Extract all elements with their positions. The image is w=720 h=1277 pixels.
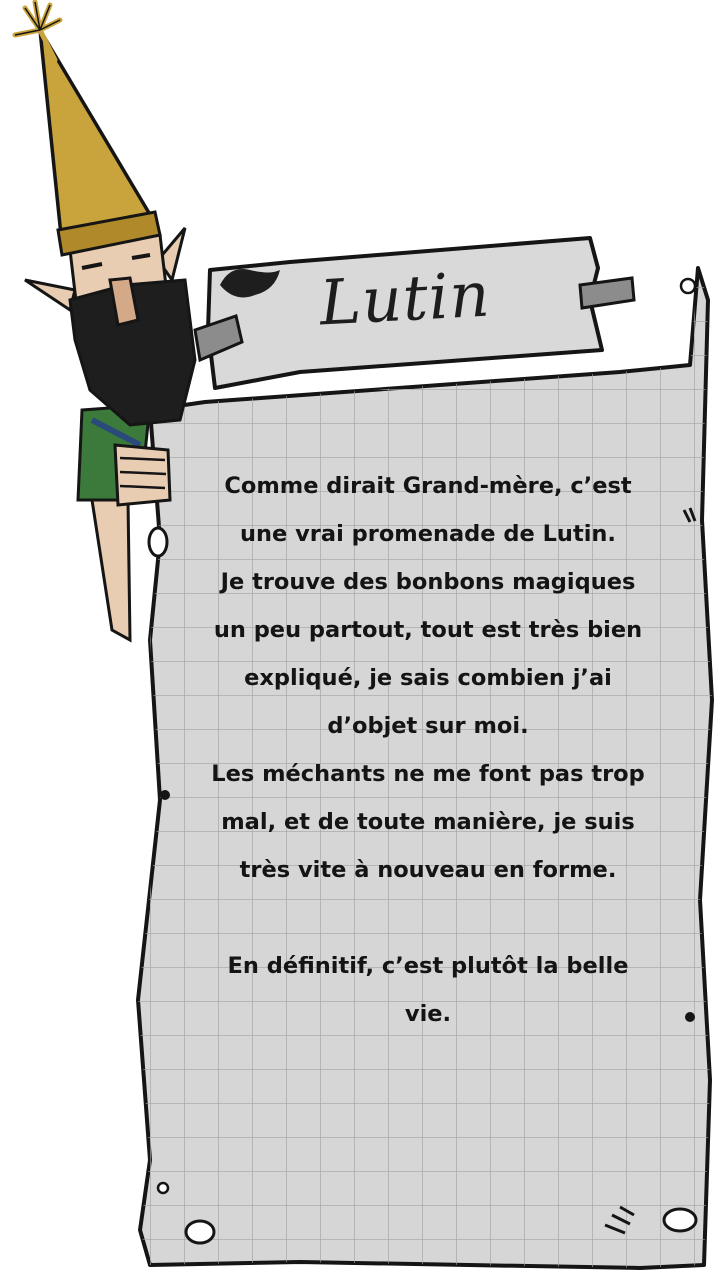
description-line: Les méchants ne me font pas trop	[211, 761, 645, 787]
description-line: une vrai promenade de Lutin.	[240, 521, 616, 547]
description-line: Je trouve des bonbons magiques	[220, 569, 636, 595]
card-description: Comme dirait Grand-mère, c’est une vrai …	[168, 462, 688, 1038]
closing-line: En définitif, c’est plutôt la belle	[227, 953, 629, 979]
card-title: Lutin	[317, 257, 493, 340]
description-line: d’objet sur moi.	[327, 713, 529, 739]
character-card: Lutin Comme dirait Grand-mère, c’est une…	[0, 0, 720, 1277]
description-line: Comme dirait Grand-mère, c’est	[224, 473, 632, 499]
description-line: expliqué, je sais combien j’ai	[244, 665, 612, 691]
closing-line: vie.	[404, 1001, 452, 1027]
description-line: un peu partout, tout est très bien	[213, 617, 643, 643]
description-line: mal, et de toute manière, je suis	[221, 809, 635, 835]
description-line: très vite à nouveau en forme.	[239, 857, 617, 883]
